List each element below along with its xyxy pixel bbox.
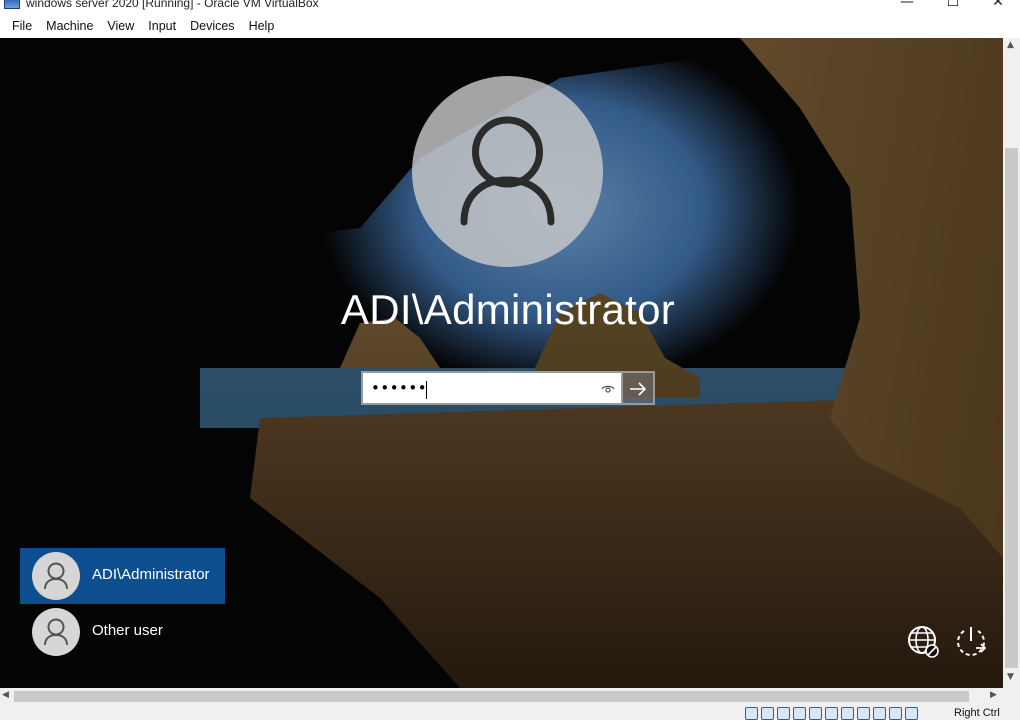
hard-disk-icon[interactable] <box>745 707 758 720</box>
scroll-right-icon[interactable]: ▶ <box>990 690 997 700</box>
submit-button[interactable] <box>623 371 655 405</box>
user-list-label: Other user <box>92 622 163 639</box>
text-caret <box>426 381 427 399</box>
close-button[interactable]: ✕ <box>975 0 1020 12</box>
menu-machine[interactable]: Machine <box>39 14 100 38</box>
keyboard-icon[interactable] <box>905 707 918 720</box>
user-list-item-administrator[interactable]: ADI\Administrator <box>20 548 225 604</box>
mouse-integration-icon[interactable] <box>889 707 902 720</box>
user-silhouette-icon <box>44 618 68 646</box>
usb-icon[interactable] <box>809 707 822 720</box>
user-silhouette-icon <box>44 562 68 590</box>
status-bar: Right Ctrl <box>0 705 1020 720</box>
menu-file[interactable]: File <box>5 14 39 38</box>
status-icons <box>745 707 918 720</box>
user-avatar <box>412 76 603 267</box>
cpu-icon[interactable] <box>873 707 886 720</box>
host-key-label: Right Ctrl <box>954 707 1000 719</box>
vm-display[interactable]: ADI\Administrator •••••• ADI\Administrat… <box>0 38 1003 688</box>
password-field[interactable]: •••••• <box>361 371 623 405</box>
menu-view[interactable]: View <box>100 14 141 38</box>
user-silhouette-icon <box>460 116 555 226</box>
arrow-right-icon <box>630 382 647 396</box>
optical-drive-icon[interactable] <box>761 707 774 720</box>
avatar <box>32 608 80 656</box>
vertical-scrollbar[interactable]: ▲ ▼ <box>1003 38 1020 688</box>
scroll-up-icon[interactable]: ▲ <box>1007 40 1014 50</box>
maximize-button[interactable]: ☐ <box>930 0 976 12</box>
reveal-password-icon[interactable] <box>601 382 615 396</box>
scroll-down-icon[interactable]: ▼ <box>1007 672 1014 682</box>
shared-folders-icon[interactable] <box>825 707 838 720</box>
scroll-left-icon[interactable]: ◀ <box>2 690 9 700</box>
login-user-name: ADI\Administrator <box>340 286 676 333</box>
audio-icon[interactable] <box>777 707 790 720</box>
window-title: windows server 2020 [Running] - Oracle V… <box>26 0 319 10</box>
menu-bar: File Machine View Input Devices Help <box>0 14 1020 38</box>
user-list-label: ADI\Administrator <box>92 566 210 583</box>
network-icon[interactable] <box>906 624 940 658</box>
virtualbox-app-icon <box>4 0 20 9</box>
video-capture-icon[interactable] <box>857 707 870 720</box>
window-title-bar: windows server 2020 [Running] - Oracle V… <box>0 0 1020 14</box>
password-value: •••••• <box>371 379 428 397</box>
scrollbar-thumb[interactable] <box>14 691 969 702</box>
horizontal-scrollbar[interactable]: ◀ ▶ <box>0 688 1003 705</box>
avatar <box>32 552 80 600</box>
network-icon[interactable] <box>793 707 806 720</box>
scrollbar-thumb[interactable] <box>1005 148 1018 668</box>
display-icon[interactable] <box>841 707 854 720</box>
power-icon[interactable] <box>954 624 988 658</box>
menu-help[interactable]: Help <box>242 14 282 38</box>
menu-devices[interactable]: Devices <box>183 14 241 38</box>
user-list-item-other-user[interactable]: Other user <box>20 604 225 660</box>
menu-input[interactable]: Input <box>141 14 183 38</box>
minimize-button[interactable]: — <box>884 0 930 12</box>
